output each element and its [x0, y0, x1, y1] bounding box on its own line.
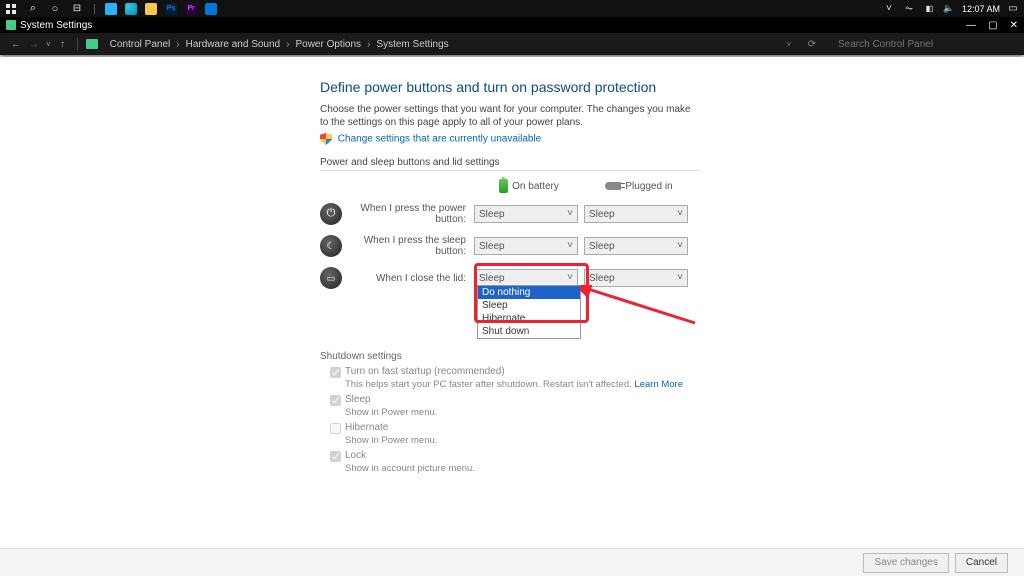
- nav-sep: [77, 38, 78, 50]
- fast-startup-help: This helps start your PC faster after sh…: [345, 379, 700, 390]
- lock-checkbox[interactable]: [330, 451, 341, 462]
- address-dropdown-icon[interactable]: [784, 39, 794, 50]
- taskbar-divider: [94, 4, 95, 14]
- wifi-icon[interactable]: [902, 2, 916, 16]
- sleep-button-plugged-dropdown[interactable]: Sleep: [584, 237, 688, 255]
- sleep-button-label: When I press the sleep button:: [344, 235, 474, 257]
- taskbar-app-edge[interactable]: [125, 3, 137, 15]
- learn-more-link[interactable]: Learn More: [634, 379, 683, 390]
- fast-startup-label: Turn on fast startup (recommended): [345, 366, 505, 377]
- taskbar-app-generic[interactable]: [105, 3, 117, 15]
- dropdown-option[interactable]: Sleep: [478, 299, 580, 312]
- window-title: System Settings: [20, 20, 92, 31]
- shutdown-settings-label: Shutdown settings: [320, 351, 700, 362]
- battery-icon[interactable]: [922, 2, 936, 16]
- start-button[interactable]: [4, 2, 18, 16]
- close-button[interactable]: ✕: [1010, 20, 1018, 31]
- lock-option-help: Show in account picture menu.: [345, 463, 700, 474]
- sleep-button-icon: [320, 235, 342, 257]
- tray-overflow-icon[interactable]: [882, 2, 896, 16]
- maximize-button[interactable]: ▢: [988, 20, 997, 31]
- nav-bar: ← → ˅ ↑ Control Panel Hardware and Sound…: [0, 33, 1024, 55]
- fast-startup-checkbox[interactable]: [330, 367, 341, 378]
- section-power-sleep: Power and sleep buttons and lid settings: [320, 157, 700, 171]
- hibernate-option-help: Show in Power menu.: [345, 435, 700, 446]
- lid-close-plugged-dropdown[interactable]: Sleep: [584, 269, 688, 287]
- refresh-icon[interactable]: [806, 39, 818, 50]
- breadcrumb-item[interactable]: Power Options: [295, 39, 361, 50]
- taskbar-app-premiere[interactable]: Pr: [185, 3, 197, 15]
- footer: Save changes Cancel: [0, 548, 1024, 576]
- change-unavailable-link[interactable]: Change settings that are currently unava…: [338, 134, 541, 145]
- page-heading: Define power buttons and turn on passwor…: [320, 79, 1020, 95]
- power-button-icon: [320, 203, 342, 225]
- breadcrumb-item[interactable]: System Settings: [376, 39, 448, 50]
- dropdown-option[interactable]: Do nothing: [478, 286, 580, 299]
- power-button-plugged-dropdown[interactable]: Sleep: [584, 205, 688, 223]
- nav-back[interactable]: ←: [10, 39, 22, 50]
- cancel-button[interactable]: Cancel: [955, 553, 1008, 573]
- shield-icon: [320, 133, 332, 145]
- lid-close-label: When I close the lid:: [344, 273, 474, 284]
- battery-column-label: On battery: [512, 181, 559, 192]
- dropdown-option[interactable]: Shut down: [478, 325, 580, 338]
- lid-close-dropdown-list: Do nothing Sleep Hibernate Shut down: [477, 285, 581, 339]
- plugged-column-label: Plugged in: [625, 181, 672, 192]
- plugged-column-icon: [605, 182, 621, 190]
- nav-root-icon[interactable]: [86, 39, 98, 49]
- search-icon[interactable]: [26, 2, 40, 16]
- power-button-label: When I press the power button:: [344, 203, 474, 225]
- hibernate-option-label: Hibernate: [345, 422, 388, 433]
- notifications-icon[interactable]: [1006, 2, 1020, 16]
- minimize-button[interactable]: —: [966, 20, 976, 31]
- volume-icon[interactable]: [942, 2, 956, 16]
- battery-column-icon: [499, 179, 508, 193]
- nav-up[interactable]: ↑: [57, 39, 69, 50]
- content-area: Define power buttons and turn on passwor…: [0, 57, 1024, 548]
- nav-forward[interactable]: →: [28, 39, 40, 50]
- taskbar-app-photoshop[interactable]: Ps: [165, 3, 177, 15]
- breadcrumb-sep: [367, 39, 370, 50]
- annotation-arrow: [580, 285, 700, 325]
- app-icon: [6, 20, 16, 30]
- nav-recent[interactable]: ˅: [46, 40, 51, 49]
- sleep-button-battery-dropdown[interactable]: Sleep: [474, 237, 578, 255]
- dropdown-option[interactable]: Hibernate: [478, 312, 580, 325]
- save-changes-button[interactable]: Save changes: [863, 553, 948, 573]
- window-titlebar: System Settings — ▢ ✕: [0, 17, 1024, 33]
- breadcrumb-sep: [286, 39, 289, 50]
- page-subtitle: Choose the power settings that you want …: [320, 103, 700, 129]
- task-view-icon[interactable]: [70, 2, 84, 16]
- breadcrumb-item[interactable]: Control Panel: [110, 39, 171, 50]
- taskbar-app-settings[interactable]: [205, 3, 217, 15]
- lock-option-label: Lock: [345, 450, 366, 461]
- cortana-icon[interactable]: [48, 2, 62, 16]
- power-button-battery-dropdown[interactable]: Sleep: [474, 205, 578, 223]
- taskbar: Ps Pr 12:07 AM: [0, 0, 1024, 17]
- breadcrumb-item[interactable]: Hardware and Sound: [186, 39, 281, 50]
- sleep-option-help: Show in Power menu.: [345, 407, 700, 418]
- clock[interactable]: 12:07 AM: [962, 4, 1000, 14]
- breadcrumb-sep: [176, 39, 179, 50]
- search-input[interactable]: [834, 36, 1014, 52]
- hibernate-checkbox[interactable]: [330, 423, 341, 434]
- sleep-checkbox[interactable]: [330, 395, 341, 406]
- taskbar-app-explorer[interactable]: [145, 3, 157, 15]
- sleep-option-label: Sleep: [345, 394, 371, 405]
- breadcrumb: Control Panel Hardware and Sound Power O…: [110, 39, 449, 50]
- lid-close-icon: [320, 267, 342, 289]
